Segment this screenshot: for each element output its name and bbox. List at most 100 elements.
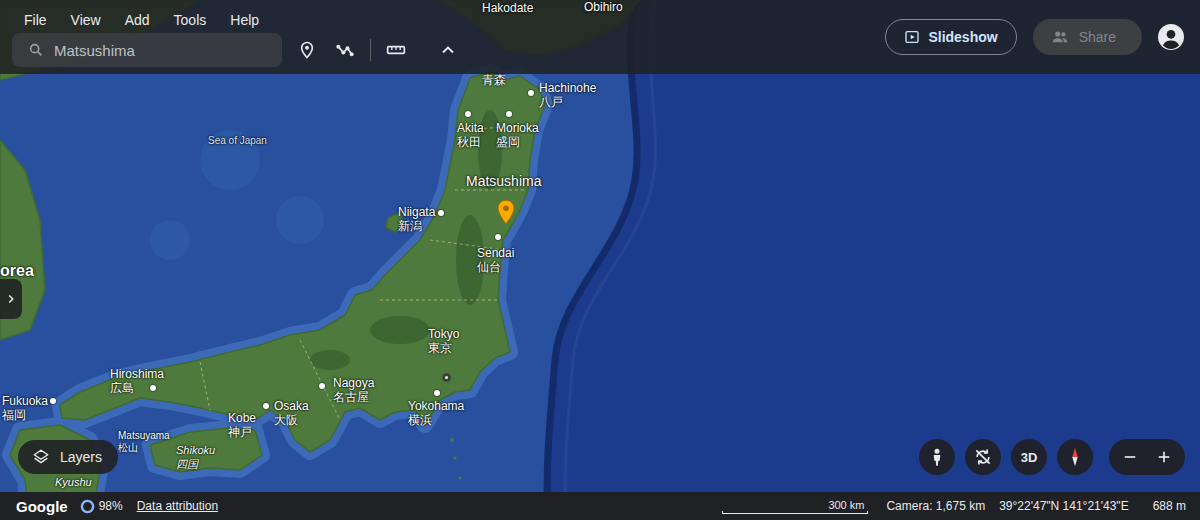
place-label[interactable]: Niigata新潟 <box>398 205 435 233</box>
city-dot <box>150 385 156 391</box>
search-field[interactable]: Matsushima <box>12 33 282 67</box>
street-view-button[interactable] <box>919 439 955 475</box>
place-label[interactable]: Shikoku四国 <box>176 443 215 471</box>
city-dot <box>506 111 512 117</box>
place-native-name: 大阪 <box>274 413 298 427</box>
menu-item[interactable]: Help <box>230 12 259 28</box>
share-label: Share <box>1079 29 1116 45</box>
place-label[interactable]: Matsushima <box>466 172 541 190</box>
place-native-name: 東京 <box>428 341 452 355</box>
place-native-name: 盛岡 <box>496 135 520 149</box>
loading-percent: 98% <box>99 499 123 513</box>
slideshow-button[interactable]: Slideshow <box>885 19 1016 55</box>
place-label[interactable]: Morioka盛岡 <box>496 121 539 149</box>
3d-toggle-button[interactable]: 3D <box>1011 439 1047 475</box>
place-native-name: 八戸 <box>539 95 563 109</box>
place-name: Kyushu <box>55 475 92 489</box>
layers-label: Layers <box>60 449 102 465</box>
place-native-name: 新潟 <box>398 219 422 233</box>
place-name: Matsushima <box>466 172 541 190</box>
zoom-out-button[interactable] <box>1113 439 1147 475</box>
map-controls: Layers 3D <box>0 439 1200 492</box>
3d-label: 3D <box>1021 450 1038 465</box>
measure-button[interactable] <box>377 33 415 67</box>
city-dot <box>438 210 444 216</box>
place-name: Hiroshima <box>110 367 164 381</box>
place-label[interactable]: Hiroshima広島 <box>110 367 164 395</box>
layers-button[interactable]: Layers <box>18 440 118 474</box>
place-name: Fukuoka <box>2 394 48 408</box>
map-stage <box>0 74 1200 439</box>
place-label[interactable]: 青森 <box>482 73 506 87</box>
zoom-in-button[interactable] <box>1147 439 1181 475</box>
menu-bar: File View Add Tools Help <box>0 0 467 32</box>
compass-button[interactable] <box>1057 439 1093 475</box>
place-native-name: 青森 <box>482 73 506 87</box>
place-label[interactable]: Yokohama横浜 <box>408 399 464 427</box>
menu-item[interactable]: Add <box>125 12 150 28</box>
location-pin-icon[interactable] <box>496 199 516 225</box>
place-label[interactable]: Akita秋田 <box>457 121 484 149</box>
place-label[interactable]: Sendai仙台 <box>477 246 514 274</box>
city-dot <box>263 403 269 409</box>
chevron-right-icon <box>4 292 18 306</box>
slideshow-icon <box>904 29 920 45</box>
menu-item[interactable]: File <box>24 12 47 28</box>
place-name: Niigata <box>398 205 435 219</box>
ruler-icon <box>386 40 406 60</box>
place-native-name: 名古屋 <box>333 390 369 404</box>
place-name: Nagoya <box>333 376 374 390</box>
elevation: 688 m <box>1153 499 1186 513</box>
place-name: Hachinohe <box>539 81 596 95</box>
place-native-name: 福岡 <box>2 408 26 422</box>
search-icon <box>28 42 44 58</box>
add-placemark-button[interactable] <box>288 33 326 67</box>
rotate-off-icon <box>973 447 993 467</box>
place-name: Yokohama <box>408 399 464 413</box>
view-controls: 3D <box>919 439 1185 475</box>
data-attribution-link[interactable]: Data attribution <box>137 499 218 513</box>
city-dot <box>443 374 450 381</box>
slideshow-label: Slideshow <box>928 29 997 45</box>
camera-altitude: Camera: 1,675 km <box>886 499 985 513</box>
place-label[interactable]: Kobe神戸 <box>228 411 256 439</box>
place-name: Tokyo <box>428 327 459 341</box>
place-native-name: 仙台 <box>477 260 501 274</box>
rotate-button[interactable] <box>965 439 1001 475</box>
share-button: Share <box>1033 19 1142 55</box>
place-native-name: 広島 <box>110 381 134 395</box>
place-native-name: 松山 <box>118 442 138 454</box>
layers-icon <box>32 448 50 466</box>
collapse-button[interactable] <box>429 33 467 67</box>
place-label[interactable]: Tokyo東京 <box>428 327 459 355</box>
place-native-name: 四国 <box>176 457 198 471</box>
account-icon[interactable] <box>1158 24 1184 50</box>
place-label[interactable]: Hachinohe八戸 <box>539 81 596 109</box>
add-path-button[interactable] <box>326 33 364 67</box>
scale-line <box>722 511 868 514</box>
placemark-icon <box>297 40 317 60</box>
place-label[interactable]: Nagoya名古屋 <box>333 376 374 404</box>
top-bar: File View Add Tools Help Matsushima Slideshow S… <box>0 0 1200 74</box>
place-label[interactable]: Fukuoka福岡 <box>2 394 48 422</box>
pegman-icon <box>927 447 947 467</box>
coordinates: 39°22'47"N 141°21'43"E <box>999 499 1128 513</box>
scale-bar: 300 km <box>722 499 868 514</box>
expand-panel-button[interactable] <box>0 279 22 319</box>
place-label[interactable]: Sea of Japan <box>208 134 267 148</box>
menu-item[interactable]: View <box>71 12 101 28</box>
path-icon <box>335 40 355 60</box>
place-label[interactable]: Matsuyama松山 <box>118 430 170 454</box>
minus-icon <box>1121 448 1139 466</box>
place-label[interactable]: Kyushu <box>55 475 92 489</box>
place-name: Akita <box>457 121 484 135</box>
place-label[interactable]: Osaka大阪 <box>274 399 309 427</box>
toolbar: Matsushima <box>0 32 467 67</box>
place-native-name: 神戸 <box>228 425 252 439</box>
menu-item[interactable]: Tools <box>174 12 207 28</box>
compass-icon <box>1064 446 1086 468</box>
city-dot <box>528 90 534 96</box>
place-label[interactable]: orea <box>0 262 34 280</box>
place-name: Sea of Japan <box>208 134 267 148</box>
city-dot <box>434 390 440 396</box>
